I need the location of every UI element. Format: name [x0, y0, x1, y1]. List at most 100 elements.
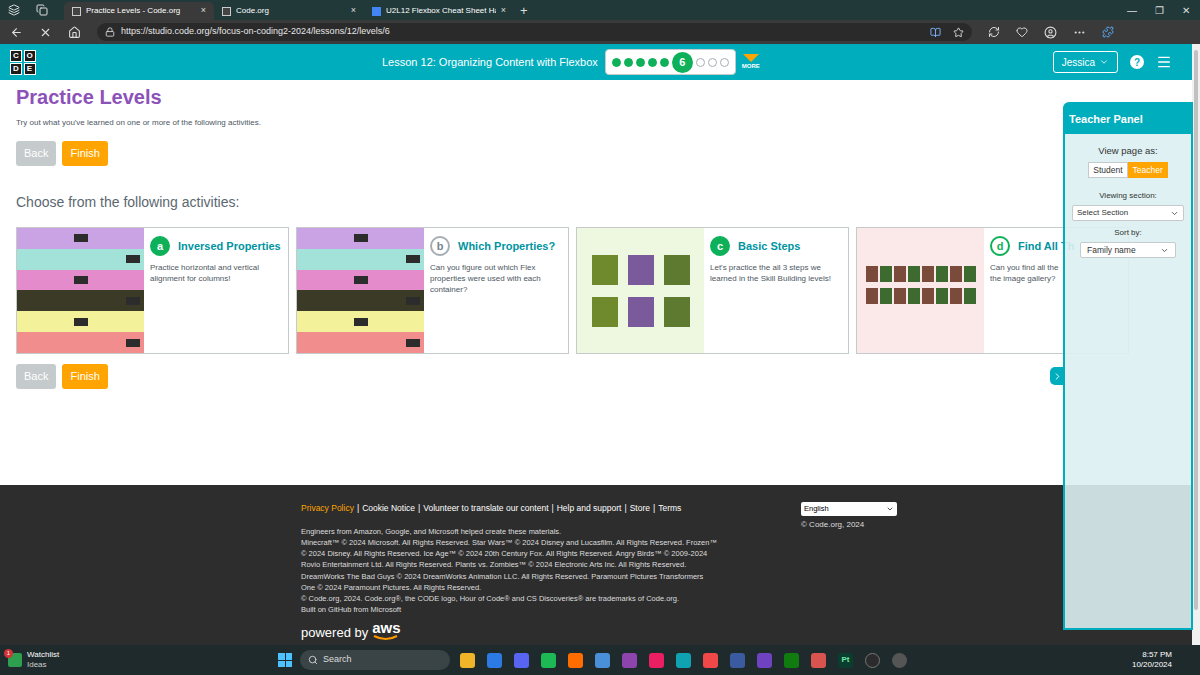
progress-bubble[interactable]	[708, 58, 717, 67]
reader-icon[interactable]	[930, 27, 941, 38]
activity-card[interactable]: bWhich Properties?Can you figure out whi…	[296, 227, 569, 354]
sync-icon[interactable]	[988, 26, 1000, 38]
taskbar-app-icon[interactable]	[568, 653, 583, 668]
more-button[interactable]: MORE	[742, 54, 760, 71]
activity-card[interactable]: aInversed PropertiesPractice horizontal …	[16, 227, 289, 354]
window-control[interactable]: ✕	[1182, 3, 1190, 18]
caret-icon	[1099, 57, 1109, 67]
activity-description: Can you find all thethe image gallery?	[990, 262, 1074, 284]
progress-bubble[interactable]	[696, 58, 705, 67]
help-button[interactable]: ?	[1130, 55, 1144, 69]
hamburger-icon[interactable]	[1156, 54, 1172, 70]
tab-close[interactable]: ×	[501, 4, 506, 18]
progress-bubble[interactable]: 6	[672, 52, 693, 73]
footer-link[interactable]: Privacy Policy	[301, 502, 354, 515]
finish-button[interactable]: Finish	[62, 364, 107, 389]
footer-link[interactable]: Store	[630, 502, 650, 515]
user-menu[interactable]: Jessica	[1053, 51, 1118, 73]
footer-copyright: © Code.org, 2024	[801, 519, 897, 531]
footer-link[interactable]: Terms	[658, 502, 681, 515]
footer-link[interactable]: Help and support	[557, 502, 622, 515]
select-arrow-icon	[1160, 246, 1169, 255]
activity-description: Can you figure out which Flexproperties …	[430, 262, 555, 295]
favicon-icon	[372, 7, 381, 16]
view-option[interactable]: Student	[1088, 162, 1127, 178]
profile-icon[interactable]	[1044, 26, 1057, 39]
home-icon[interactable]	[68, 26, 81, 39]
widget-badge: 1	[4, 649, 13, 658]
activity-letter: c	[710, 236, 730, 256]
taskbar-app-icon[interactable]	[514, 653, 529, 668]
taskbar-app-icon[interactable]	[676, 653, 691, 668]
taskbar-app-icon[interactable]	[595, 653, 610, 668]
favorite-icon[interactable]	[953, 27, 964, 38]
progress-bubble[interactable]	[720, 58, 729, 67]
sort-select[interactable]: Family name	[1080, 242, 1176, 258]
taskbar-app-icon[interactable]	[784, 653, 799, 668]
window-control[interactable]: ❐	[1155, 3, 1164, 18]
back-button[interactable]: Back	[16, 141, 56, 166]
progress-bubble[interactable]	[612, 58, 621, 67]
browser-tab[interactable]: Practice Levels - Code.org×	[64, 2, 214, 20]
taskbar-app-icon[interactable]	[622, 653, 637, 668]
copilot-icon[interactable]	[1102, 26, 1114, 38]
view-as-label: View page as:	[1098, 144, 1158, 158]
taskbar-app-icon[interactable]	[892, 653, 907, 668]
activity-title: Inversed Properties	[178, 238, 281, 255]
taskbar-app-icon[interactable]	[487, 653, 502, 668]
browser-tab[interactable]: U2L12 Flexbox Cheat Sheet Hand×	[364, 2, 514, 20]
code-logo[interactable]: CODE	[10, 50, 36, 75]
teacher-panel-header: Teacher Panel	[1065, 104, 1191, 134]
activity-preview	[857, 228, 984, 353]
progress-bubble[interactable]	[648, 58, 657, 67]
taskbar-app-icon[interactable]	[865, 653, 880, 668]
view-option[interactable]: Teacher	[1128, 162, 1168, 178]
teacher-panel-toggle[interactable]	[1050, 367, 1064, 385]
activity-title: Which Properties?	[458, 238, 555, 255]
finish-button[interactable]: Finish	[62, 141, 107, 166]
scrollbar[interactable]	[1192, 44, 1200, 645]
favorites-icon[interactable]	[1016, 26, 1028, 38]
activity-title: Basic Steps	[738, 238, 800, 255]
tab-strip: Practice Levels - Code.org×Code.org×U2L1…	[0, 0, 1200, 20]
progress-bubble[interactable]	[660, 58, 669, 67]
taskbar-app-icon[interactable]	[649, 653, 664, 668]
progress-bubble[interactable]	[636, 58, 645, 67]
aws-smile-icon	[373, 635, 399, 641]
footer-link[interactable]: Cookie Notice	[362, 502, 415, 515]
taskbar-app-icon[interactable]	[757, 653, 772, 668]
window-control[interactable]: —	[1127, 3, 1137, 18]
url-field[interactable]: https://studio.code.org/s/focus-on-codin…	[97, 23, 972, 41]
activity-card[interactable]: cBasic StepsLet's practice the all 3 ste…	[576, 227, 849, 354]
activity-letter: d	[990, 236, 1010, 256]
start-icon[interactable]	[278, 653, 292, 667]
browser-tab[interactable]: Code.org×	[214, 2, 364, 20]
taskbar-search[interactable]: Search	[300, 650, 450, 670]
widgets-button[interactable]: 1WatchlistIdeas	[8, 650, 278, 670]
activity-preview	[17, 228, 144, 353]
workspaces-icon[interactable]	[8, 4, 20, 16]
section-select[interactable]: Select Section	[1072, 205, 1184, 221]
tab-close[interactable]: ×	[351, 4, 356, 18]
screen: Practice Levels - Code.org×Code.org×U2L1…	[0, 0, 1200, 675]
progress-bubble[interactable]	[624, 58, 633, 67]
language-select[interactable]: English	[801, 502, 897, 516]
tab-close[interactable]: ×	[201, 4, 206, 18]
taskbar-app-icon[interactable]	[703, 653, 718, 668]
page-subtitle: Try out what you've learned on one or mo…	[16, 117, 1176, 129]
menu-icon[interactable]	[1073, 26, 1086, 39]
taskbar-app-icon[interactable]	[811, 653, 826, 668]
site-header: CODELesson 12: Organizing Content with F…	[0, 44, 1192, 80]
new-tab-button[interactable]: +	[514, 2, 534, 20]
stop-icon[interactable]	[39, 26, 52, 39]
back-button[interactable]: Back	[16, 364, 56, 389]
choose-heading: Choose from the following activities:	[16, 192, 1176, 213]
taskbar-app-icon[interactable]	[541, 653, 556, 668]
select-arrow-icon	[1170, 209, 1179, 218]
back-arrow-icon[interactable]	[10, 26, 23, 39]
footer-link[interactable]: Volunteer to translate our content	[423, 502, 548, 515]
taskbar-app-icon[interactable]	[460, 653, 475, 668]
taskbar-app-icon[interactable]	[730, 653, 745, 668]
taskbar-app[interactable]: Pt	[838, 653, 853, 668]
tab-actions-icon[interactable]	[36, 4, 48, 16]
